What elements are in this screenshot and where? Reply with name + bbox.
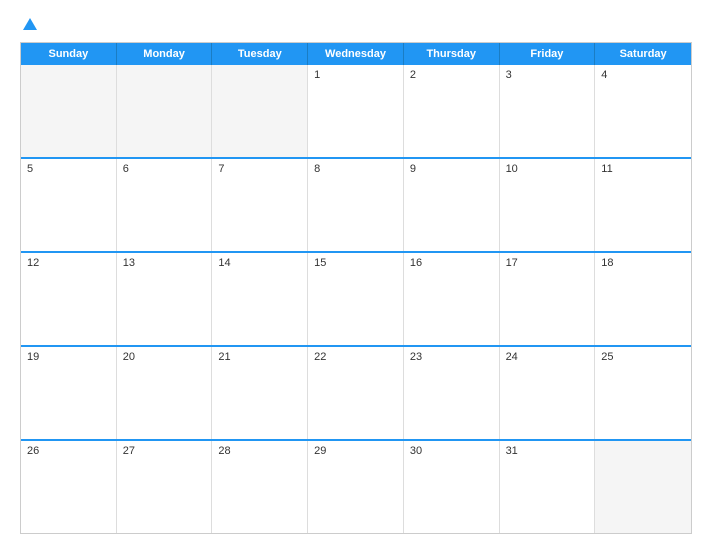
day-number: 8 (314, 163, 320, 175)
day-cell: 24 (500, 347, 596, 439)
logo (20, 16, 39, 34)
week-row: 12 13 14 15 16 17 18 (21, 251, 691, 345)
day-number: 14 (218, 257, 230, 269)
day-number: 19 (27, 351, 39, 363)
page: SundayMondayTuesdayWednesdayThursdayFrid… (0, 0, 712, 550)
day-cell (117, 65, 213, 157)
week-row: 5 6 7 8 9 10 11 (21, 157, 691, 251)
day-number: 25 (601, 351, 613, 363)
day-header-friday: Friday (500, 43, 596, 65)
day-number: 17 (506, 257, 518, 269)
day-cell (212, 65, 308, 157)
day-number: 3 (506, 69, 512, 81)
day-header-tuesday: Tuesday (212, 43, 308, 65)
day-number: 10 (506, 163, 518, 175)
day-number: 21 (218, 351, 230, 363)
day-number: 30 (410, 445, 422, 457)
day-number: 24 (506, 351, 518, 363)
day-cell: 10 (500, 159, 596, 251)
day-number: 27 (123, 445, 135, 457)
day-number: 15 (314, 257, 326, 269)
day-cell: 6 (117, 159, 213, 251)
day-number: 20 (123, 351, 135, 363)
day-number: 28 (218, 445, 230, 457)
day-number: 18 (601, 257, 613, 269)
day-number: 13 (123, 257, 135, 269)
day-cell: 2 (404, 65, 500, 157)
day-number: 1 (314, 69, 320, 81)
week-row: 19 20 21 22 23 24 25 (21, 345, 691, 439)
day-cell: 21 (212, 347, 308, 439)
day-cell: 11 (595, 159, 691, 251)
weeks: 1234567891011121314151617181920212223242… (21, 65, 691, 533)
day-header-sunday: Sunday (21, 43, 117, 65)
day-cell: 9 (404, 159, 500, 251)
day-number: 4 (601, 69, 607, 81)
day-cell: 28 (212, 441, 308, 533)
calendar: SundayMondayTuesdayWednesdayThursdayFrid… (20, 42, 692, 534)
day-number: 7 (218, 163, 224, 175)
day-cell: 16 (404, 253, 500, 345)
day-number: 9 (410, 163, 416, 175)
day-cell: 27 (117, 441, 213, 533)
day-cell: 13 (117, 253, 213, 345)
day-cell: 5 (21, 159, 117, 251)
day-cell: 30 (404, 441, 500, 533)
day-header-monday: Monday (117, 43, 213, 65)
day-header-saturday: Saturday (595, 43, 691, 65)
header (20, 16, 692, 34)
day-header-wednesday: Wednesday (308, 43, 404, 65)
day-number: 26 (27, 445, 39, 457)
day-cell: 25 (595, 347, 691, 439)
day-cell: 1 (308, 65, 404, 157)
day-number: 16 (410, 257, 422, 269)
day-number: 5 (27, 163, 33, 175)
day-cell: 22 (308, 347, 404, 439)
day-cell: 14 (212, 253, 308, 345)
day-number: 12 (27, 257, 39, 269)
day-cell: 4 (595, 65, 691, 157)
day-cell: 3 (500, 65, 596, 157)
day-cell: 29 (308, 441, 404, 533)
day-number: 23 (410, 351, 422, 363)
day-cell: 12 (21, 253, 117, 345)
day-number: 2 (410, 69, 416, 81)
day-cell: 31 (500, 441, 596, 533)
day-cell: 15 (308, 253, 404, 345)
week-row: 26 27 28 29 30 31 (21, 439, 691, 533)
day-cell: 26 (21, 441, 117, 533)
week-row: 1 2 3 4 (21, 65, 691, 157)
day-number: 29 (314, 445, 326, 457)
day-number: 6 (123, 163, 129, 175)
logo-icon (21, 16, 39, 34)
day-cell: 23 (404, 347, 500, 439)
day-header-thursday: Thursday (404, 43, 500, 65)
day-cell (21, 65, 117, 157)
day-cell: 20 (117, 347, 213, 439)
day-cell: 17 (500, 253, 596, 345)
day-cell: 19 (21, 347, 117, 439)
day-cell: 18 (595, 253, 691, 345)
day-cell (595, 441, 691, 533)
day-cell: 7 (212, 159, 308, 251)
day-number: 31 (506, 445, 518, 457)
day-number: 11 (601, 163, 612, 175)
day-cell: 8 (308, 159, 404, 251)
day-number: 22 (314, 351, 326, 363)
days-header: SundayMondayTuesdayWednesdayThursdayFrid… (21, 43, 691, 65)
